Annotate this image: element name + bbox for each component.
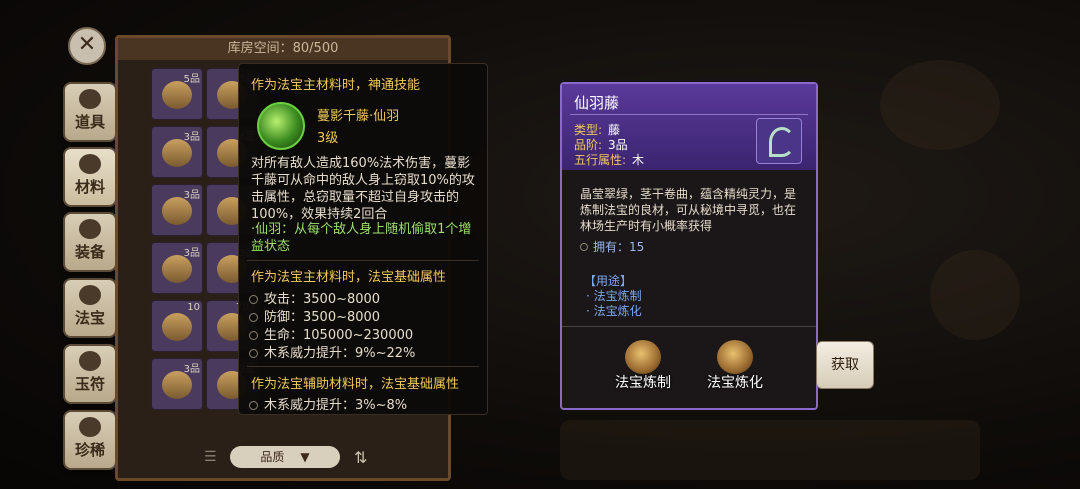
- inventory-slot[interactable]: 5品: [151, 68, 203, 120]
- item-detail-card: 仙羽藤 类型: 藤 品阶: 3品 五行属性: 木 晶莹翠绿，茎干卷曲，蕴含精纯灵力，是…: [560, 82, 818, 410]
- bullet-icon: [249, 401, 258, 410]
- inventory-slot[interactable]: 3品: [151, 126, 203, 178]
- item-card-header: 仙羽藤 类型: 藤 品阶: 3品 五行属性: 木: [562, 84, 816, 170]
- jade-icon: [79, 351, 101, 371]
- list-icon[interactable]: ☰: [204, 449, 217, 465]
- divider: [247, 260, 479, 261]
- item-description: 晶莹翠绿，茎干卷曲，蕴含精纯灵力，是炼制法宝的良材，可从秘境中寻觅，也在林场生产…: [580, 187, 797, 233]
- bullet-icon: [249, 313, 258, 322]
- tooltip-section-title: 作为法宝辅助材料时，法宝基础属性: [251, 377, 460, 392]
- divider: [562, 326, 816, 327]
- inventory-slot[interactable]: 3品: [151, 358, 203, 410]
- quality-filter-dropdown[interactable]: 品质 ▼: [230, 446, 340, 468]
- skill-bonus: ·仙羽：从每个敌人身上随机偷取1个增益状态: [251, 222, 472, 254]
- item-icon: [162, 255, 192, 283]
- refine-treasure-button[interactable]: 法宝炼化: [700, 340, 770, 394]
- stat-row: 防御：3500~8000: [249, 306, 380, 325]
- item-prop: 五行属性: 木: [574, 153, 645, 167]
- bullet-icon: [580, 243, 588, 251]
- book-icon: [162, 371, 192, 399]
- bag-icon: [79, 89, 101, 109]
- skill-icon: [257, 102, 305, 150]
- owned-count: 拥有：15: [580, 238, 644, 255]
- stat-row: 木系威力提升：3%~8%: [249, 394, 407, 413]
- forge-treasure-button[interactable]: 法宝炼制: [608, 340, 678, 394]
- chevron-down-icon: ▼: [300, 450, 310, 464]
- vine-icon: [756, 118, 802, 164]
- gourd-icon: [717, 340, 753, 374]
- item-name: 仙羽藤: [574, 94, 620, 112]
- stat-row: 攻击：3500~8000: [249, 288, 380, 307]
- item-icon: [162, 139, 192, 167]
- tab-talisman[interactable]: 玉符: [63, 344, 117, 404]
- furnace-icon: [625, 340, 661, 374]
- sort-icon[interactable]: ⇅: [354, 448, 367, 467]
- inventory-slot[interactable]: 3品: [151, 184, 203, 236]
- tab-equipment[interactable]: 装备: [63, 212, 117, 272]
- acquire-button[interactable]: 获取: [816, 341, 874, 389]
- tab-items[interactable]: 道具: [63, 82, 117, 142]
- inventory-slot[interactable]: 3品: [151, 242, 203, 294]
- usage-item: · 法宝炼化: [586, 304, 642, 318]
- tooltip-section-title: 作为法宝主材料时，神通技能: [251, 78, 421, 93]
- tab-rare[interactable]: 珍稀: [63, 410, 117, 470]
- skill-level: 3级: [317, 131, 339, 146]
- chest-icon: [79, 417, 101, 437]
- stat-row: 木系威力提升：9%~22%: [249, 342, 415, 361]
- leaf-icon: [79, 154, 101, 174]
- tooltip-section-title: 作为法宝主材料时，法宝基础属性: [251, 270, 447, 285]
- item-icon: [162, 81, 192, 109]
- skill-name: 蔓影千藤·仙羽: [317, 109, 400, 124]
- divider: [247, 366, 479, 367]
- storage-capacity: 库房空间：80/500: [118, 38, 448, 60]
- skill-description: 对所有敌人造成160%法术伤害，蔓影千藤可从命中的敌人身上窃取10%的攻击属性，…: [251, 156, 475, 222]
- bullet-icon: [249, 331, 258, 340]
- tab-materials[interactable]: 材料: [63, 147, 117, 207]
- stat-row: 生命：105000~230000: [249, 324, 413, 343]
- item-icon: [162, 313, 192, 341]
- bullet-icon: [249, 295, 258, 304]
- swirl-icon: [79, 285, 101, 305]
- divider: [570, 114, 808, 115]
- bullet-icon: [249, 349, 258, 358]
- feather-icon: [162, 197, 192, 225]
- armor-icon: [79, 219, 101, 239]
- inventory-slot[interactable]: 10: [151, 300, 203, 352]
- tab-treasure[interactable]: 法宝: [63, 278, 117, 338]
- close-button[interactable]: ✕: [68, 27, 106, 65]
- skill-tooltip: 作为法宝主材料时，神通技能 蔓影千藤·仙羽 3级 对所有敌人造成160%法术伤害…: [238, 63, 488, 415]
